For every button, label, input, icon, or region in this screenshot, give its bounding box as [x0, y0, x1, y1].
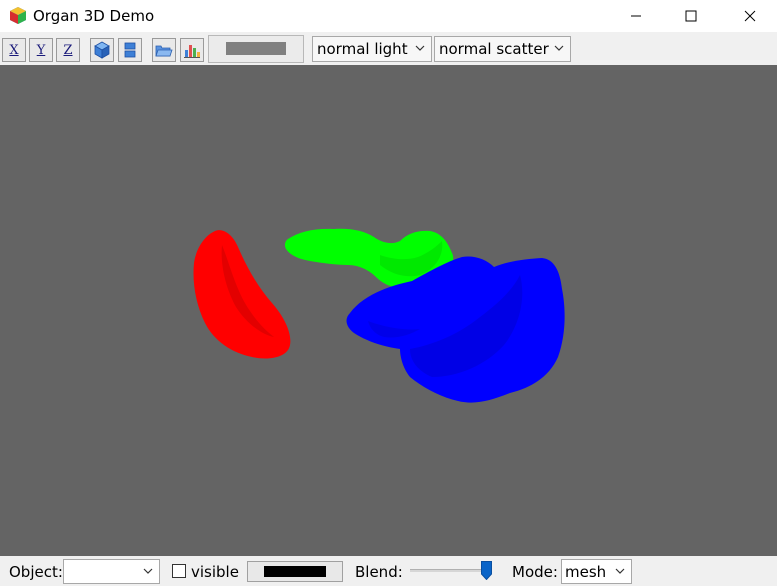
- open-file-button[interactable]: [152, 38, 176, 62]
- mode-value: mesh: [565, 563, 607, 581]
- view-x-axis-icon: X: [9, 42, 19, 58]
- render-viewport[interactable]: [0, 65, 777, 556]
- scatter-mode-value: normal scatter: [439, 40, 549, 58]
- open-folder-icon: [155, 45, 173, 57]
- minimize-icon: [631, 15, 641, 17]
- visible-checkbox[interactable]: [172, 564, 186, 578]
- view-x-button[interactable]: X: [2, 38, 26, 62]
- chart-button[interactable]: [180, 38, 204, 62]
- blend-slider-track[interactable]: [410, 569, 492, 572]
- light-mode-value: normal light: [317, 40, 408, 58]
- view-z-button[interactable]: Z: [56, 38, 80, 62]
- chevron-down-icon: [554, 45, 564, 51]
- close-icon: [744, 10, 756, 22]
- object-label: Object:: [9, 563, 63, 581]
- cube-icon: [94, 41, 110, 59]
- object-color-swatch: [264, 566, 326, 577]
- minimize-button[interactable]: [613, 0, 659, 32]
- blend-slider-thumb[interactable]: [480, 561, 492, 580]
- chevron-down-icon: [143, 568, 153, 574]
- mode-select[interactable]: mesh: [561, 559, 632, 584]
- cube-view-button[interactable]: [90, 38, 114, 62]
- window-title: Organ 3D Demo: [33, 7, 155, 25]
- mode-label: Mode:: [512, 563, 558, 581]
- title-bar: Organ 3D Demo: [0, 0, 777, 32]
- layers-button[interactable]: [118, 38, 142, 62]
- bar-chart-icon: [184, 45, 200, 58]
- close-button[interactable]: [727, 0, 773, 32]
- view-z-axis-icon: Z: [63, 42, 73, 58]
- background-color-button[interactable]: [208, 35, 304, 63]
- light-mode-select[interactable]: normal light: [312, 36, 432, 62]
- blend-label: Blend:: [355, 563, 403, 581]
- background-color-swatch: [226, 42, 286, 55]
- view-y-button[interactable]: Y: [29, 38, 53, 62]
- chevron-down-icon: [615, 568, 625, 574]
- scatter-mode-select[interactable]: normal scatter: [434, 36, 571, 62]
- organ-scene: [193, 228, 565, 403]
- object-color-button[interactable]: [247, 561, 343, 582]
- layers-icon: [124, 42, 136, 58]
- object-select[interactable]: [63, 559, 160, 584]
- visible-label: visible: [191, 563, 239, 581]
- organ-app-icon: [10, 7, 26, 24]
- maximize-icon: [685, 10, 697, 22]
- red-organ-mesh[interactable]: [193, 230, 291, 359]
- chevron-down-icon: [415, 45, 425, 51]
- maximize-button[interactable]: [668, 0, 714, 32]
- view-y-axis-icon: Y: [36, 42, 46, 58]
